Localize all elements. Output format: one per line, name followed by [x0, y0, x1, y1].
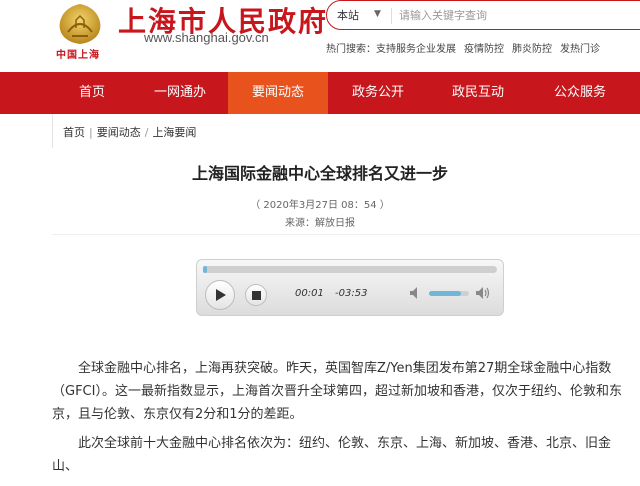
mute-icon[interactable]	[409, 286, 425, 300]
nav-item-one-netcom[interactable]: 一网通办	[132, 72, 228, 114]
stop-button[interactable]	[245, 284, 267, 306]
audio-player: 00:01 -03:53	[196, 259, 504, 316]
shanghai-emblem-logo[interactable]	[54, 2, 106, 46]
nav-item-gov-affairs[interactable]: 政务公开	[328, 72, 428, 114]
nav-item-interaction[interactable]: 政民互动	[428, 72, 528, 114]
breadcrumb: 首页 | 要闻动态 / 上海要闻	[63, 124, 196, 140]
search-scope-select[interactable]: 本站	[337, 7, 359, 23]
chevron-down-icon[interactable]: ▼	[374, 9, 381, 19]
article-date: （ 2020年3月27日 08：54 ）	[250, 200, 390, 211]
breadcrumb-item[interactable]: 要闻动态	[97, 126, 141, 139]
divider	[52, 234, 640, 235]
main-nav: 首页 一网通办 要闻动态 政务公开 政民互动 公众服务	[0, 72, 640, 114]
remaining-time: -03:53	[335, 288, 368, 299]
breadcrumb-separator: |	[89, 126, 93, 139]
audio-progress-bar[interactable]	[203, 266, 497, 273]
hot-search-link[interactable]: 疫情防控	[464, 44, 504, 55]
nav-item-news[interactable]: 要闻动态	[228, 72, 328, 114]
play-button[interactable]	[205, 280, 235, 310]
search-box: 本站 ▼	[326, 0, 640, 30]
paragraph-text: 此次全球前十大金融中心排名依次为：纽约、伦敦、东京、上海、新加坡、香港、北京、旧…	[52, 436, 612, 474]
play-icon	[216, 289, 226, 301]
audio-progress-fill	[203, 266, 207, 273]
volume-max-icon[interactable]	[475, 286, 491, 300]
article-paragraph: 全球金融中心排名，上海再获突破。昨天，英国智库Z/Yen集团发布第27期全球金融…	[52, 357, 632, 426]
current-time: 00:01	[295, 288, 324, 299]
breadcrumb-item[interactable]: 上海要闻	[152, 126, 196, 139]
search-input[interactable]	[399, 5, 639, 25]
emblem-caption: 中国上海	[56, 50, 100, 61]
site-url: www.shanghai.gov.cn	[144, 30, 269, 45]
nav-item-public-service[interactable]: 公众服务	[528, 72, 632, 114]
breadcrumb-separator: /	[144, 126, 149, 139]
article-source: 来源：解放日报	[285, 218, 355, 229]
nav-item-home[interactable]: 首页	[52, 72, 132, 114]
article-paragraph: 此次全球前十大金融中心排名依次为：纽约、伦敦、东京、上海、新加坡、香港、北京、旧…	[52, 432, 632, 478]
hot-search-label: 热门搜索：	[326, 44, 376, 55]
stop-icon	[252, 291, 261, 300]
hot-search: 热门搜索：支持服务企业发展 疫情防控 肺炎防控 发热门诊	[326, 40, 608, 55]
article-title: 上海国际金融中心全球排名又进一步	[191, 164, 448, 183]
hot-search-link[interactable]: 发热门诊	[560, 44, 600, 55]
volume-slider[interactable]	[429, 291, 469, 296]
paragraph-text: 全球金融中心排名，上海再获突破。昨天，英国智库Z/Yen集团发布第27期全球金融…	[52, 361, 622, 422]
hot-search-link[interactable]: 支持服务企业发展	[376, 44, 456, 55]
breadcrumb-area: 首页 | 要闻动态 / 上海要闻	[52, 114, 640, 148]
site-header: 中国上海 上海市人民政府 www.shanghai.gov.cn 本站 ▼ 热门…	[0, 0, 640, 72]
hot-search-link[interactable]: 肺炎防控	[512, 44, 552, 55]
search-divider	[391, 8, 392, 24]
volume-fill	[429, 291, 461, 296]
breadcrumb-item[interactable]: 首页	[63, 126, 85, 139]
